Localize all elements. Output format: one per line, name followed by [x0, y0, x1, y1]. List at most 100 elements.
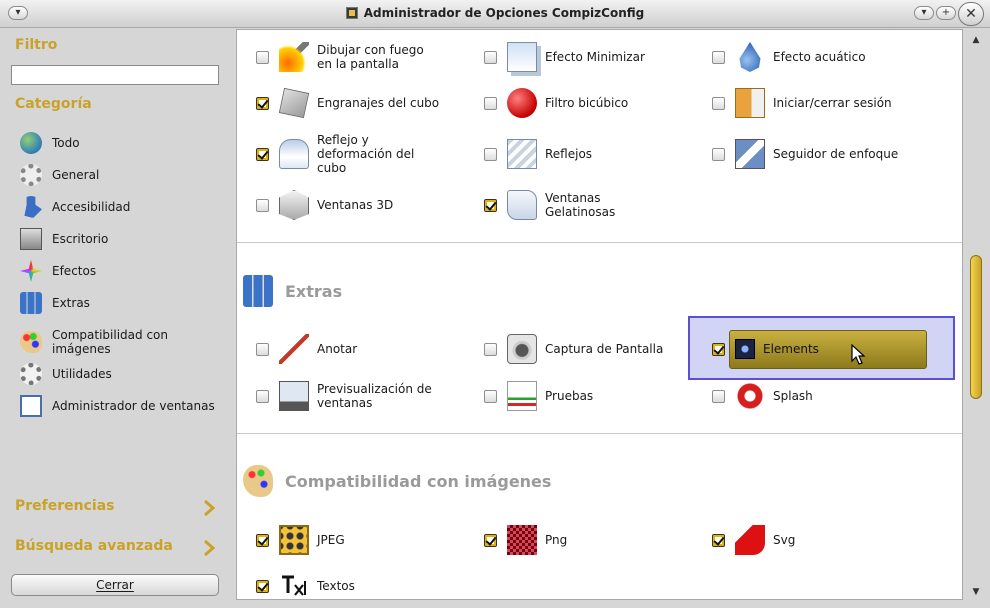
category-label: Utilidades — [52, 367, 112, 381]
plugin-checkbox[interactable] — [484, 389, 497, 403]
splash-icon — [735, 381, 765, 411]
scroll-down-icon[interactable]: ▼ — [970, 586, 982, 598]
plugin-item-jpeg[interactable]: JPEG — [256, 520, 345, 560]
chevron-right-icon — [204, 500, 215, 516]
plugin-label: Efecto acuático — [773, 50, 866, 64]
section-heading-extras: Extras — [243, 273, 342, 309]
windows-3d-icon — [279, 190, 309, 220]
plugin-item-text[interactable]: Textos — [256, 566, 355, 599]
filter-heading: Filtro — [15, 37, 58, 53]
plugin-checkbox[interactable] — [256, 198, 269, 212]
advanced-search-link[interactable]: Búsqueda avanzada — [15, 538, 215, 560]
plugin-checkbox[interactable] — [484, 198, 497, 212]
annotate-icon — [279, 334, 309, 364]
category-item-todo[interactable]: Todo — [20, 129, 230, 157]
plugin-checkbox[interactable] — [484, 50, 497, 64]
category-item-escritorio[interactable]: Escritorio — [20, 225, 230, 253]
title-bar: ▾ Administrador de Opciones CompizConfig… — [0, 0, 990, 28]
section-title: Extras — [285, 281, 343, 301]
window-manager-icon — [20, 395, 42, 417]
maximize-button[interactable]: + — [936, 6, 956, 20]
category-item-accesibilidad[interactable]: Accesibilidad — [20, 193, 230, 221]
plugin-label: Reflejo y deformación del cubo — [317, 133, 415, 175]
plugin-item-png[interactable]: Png — [484, 520, 567, 560]
plugin-item-session[interactable]: Iniciar/cerrar sesión — [712, 83, 892, 123]
plugin-item-3d[interactable]: Ventanas 3D — [256, 185, 393, 225]
plugin-checkbox[interactable] — [484, 342, 497, 356]
plugin-item-fire[interactable]: Dibujar con fuego en la pantalla — [256, 37, 427, 77]
plugin-item-elements[interactable]: Elements — [712, 329, 819, 369]
plugin-label: Engranajes del cubo — [317, 96, 440, 110]
plugin-checkbox[interactable] — [484, 96, 497, 110]
plugin-checkbox[interactable] — [484, 533, 497, 547]
preferences-link[interactable]: Preferencias — [15, 498, 215, 520]
filter-input[interactable] — [11, 65, 219, 85]
category-item-administrador[interactable]: Administrador de ventanas — [20, 392, 230, 420]
plugin-item-cube-reflex[interactable]: Reflejo y deformación del cubo — [256, 133, 427, 175]
plugin-checkbox[interactable] — [256, 147, 269, 161]
plugin-item-focus[interactable]: Seguidor de enfoque — [712, 134, 898, 174]
plugin-label: Dibujar con fuego en la pantalla — [317, 43, 424, 71]
plugin-checkbox[interactable] — [712, 96, 725, 110]
plugin-checkbox[interactable] — [484, 147, 497, 161]
section-title: Compatibilidad con imágenes — [285, 471, 552, 491]
plugin-item-bicubic[interactable]: Filtro bicúbico — [484, 83, 628, 123]
plugin-label: Png — [545, 533, 568, 547]
plugin-label: JPEG — [317, 533, 345, 547]
plugin-checkbox[interactable] — [712, 342, 725, 356]
app-icon — [345, 7, 358, 19]
plugin-item-svg[interactable]: Svg — [712, 520, 795, 560]
plugin-item-tests[interactable]: Pruebas — [484, 376, 593, 416]
water-drop-icon — [739, 42, 761, 72]
plugin-checkbox[interactable] — [712, 147, 725, 161]
plugin-item-annotate[interactable]: Anotar — [256, 329, 357, 369]
plugin-item-preview[interactable]: Previsualización de ventanas — [256, 375, 437, 417]
plugin-checkbox[interactable] — [256, 342, 269, 356]
plugin-checkbox[interactable] — [712, 389, 725, 403]
vertical-scrollbar[interactable]: ▲ ▼ — [966, 29, 986, 600]
scrollbar-thumb[interactable] — [970, 255, 982, 399]
plugin-label: Splash — [773, 389, 813, 403]
plugin-checkbox[interactable] — [256, 389, 269, 403]
category-item-compatibilidad[interactable]: Compatibilidad con imágenes — [20, 324, 230, 360]
plugin-label: Iniciar/cerrar sesión — [773, 96, 892, 110]
category-label: General — [52, 168, 100, 182]
category-label: Accesibilidad — [52, 200, 131, 214]
plugin-item-reflections[interactable]: Reflejos — [484, 134, 592, 174]
plugin-checkbox[interactable] — [256, 96, 269, 110]
reflections-icon — [507, 139, 537, 169]
plugin-checkbox[interactable] — [712, 50, 725, 64]
desktop-icon — [20, 228, 42, 250]
tests-icon — [507, 381, 537, 411]
plugin-item-minimize[interactable]: Efecto Minimizar — [484, 37, 645, 77]
red-ball-icon — [507, 88, 537, 118]
plugin-label: Filtro bicúbico — [545, 96, 629, 110]
plugin-checkbox[interactable] — [256, 533, 269, 547]
minimize-button[interactable]: ▾ — [914, 6, 934, 20]
chevron-right-icon — [204, 540, 215, 556]
category-item-efectos[interactable]: Efectos — [20, 257, 230, 285]
window-preview-icon — [279, 381, 309, 411]
category-label: Extras — [52, 296, 90, 310]
plugin-checkbox[interactable] — [256, 50, 269, 64]
palette-icon — [243, 465, 273, 497]
category-heading: Categoría — [15, 96, 92, 112]
scroll-up-icon[interactable]: ▲ — [970, 34, 982, 46]
plugin-item-screenshot[interactable]: Captura de Pantalla — [484, 329, 663, 369]
plugin-label: Textos — [317, 579, 355, 593]
globe-icon — [20, 132, 42, 154]
plugin-item-splash[interactable]: Splash — [712, 376, 813, 416]
plugin-label: Svg — [773, 533, 796, 547]
category-item-general[interactable]: General — [20, 161, 230, 189]
png-icon — [507, 525, 537, 555]
plugin-item-water[interactable]: Efecto acuático — [712, 37, 866, 77]
category-item-extras[interactable]: Extras — [20, 289, 230, 317]
close-window-button[interactable]: ✕ — [958, 2, 984, 26]
close-button[interactable]: Cerrar — [11, 574, 219, 596]
effects-icon — [20, 260, 42, 282]
category-item-utilidades[interactable]: Utilidades — [20, 360, 230, 388]
plugin-checkbox[interactable] — [256, 579, 269, 593]
plugin-checkbox[interactable] — [712, 533, 725, 547]
plugin-item-cube-gears[interactable]: Engranajes del cubo — [256, 83, 439, 123]
plugin-item-wobbly[interactable]: Ventanas Gelatinosas — [484, 185, 625, 225]
